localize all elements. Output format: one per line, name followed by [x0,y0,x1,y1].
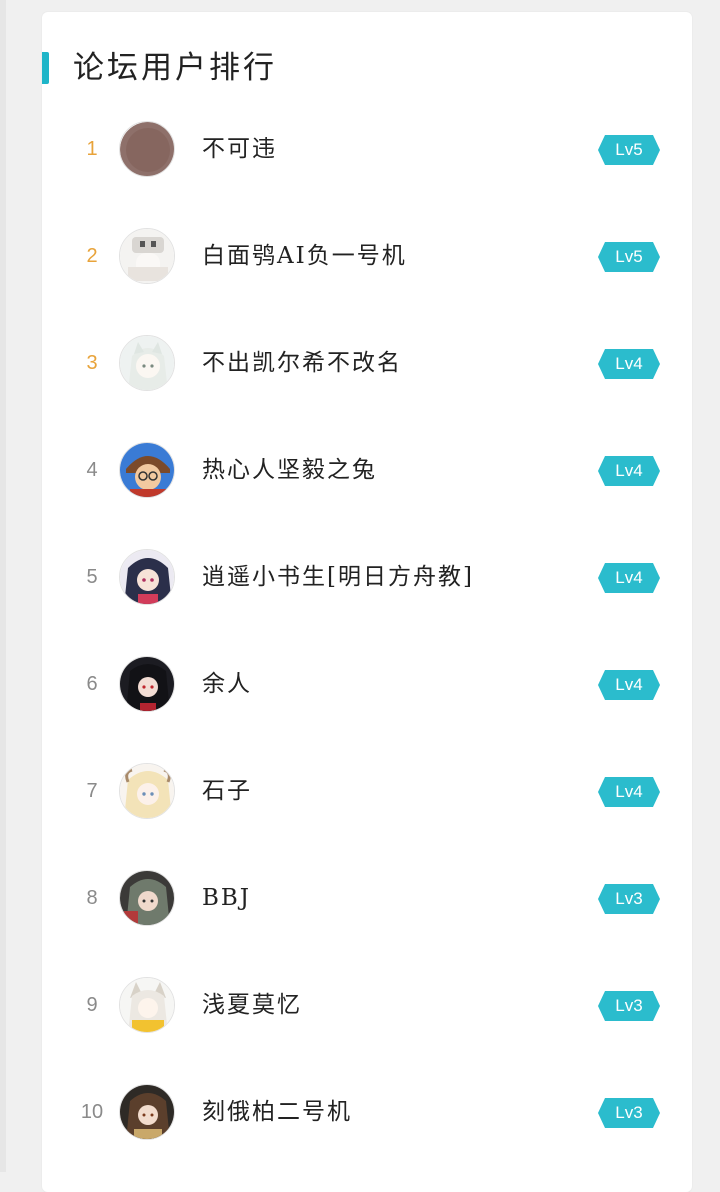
rank-number: 9 [86,994,98,1016]
ranking-row[interactable]: 1 不可违 Lv5 [42,114,692,221]
rank-number: 1 [86,138,98,160]
level-text: Lv5 [615,140,643,159]
level-badge: Lv4 [598,670,660,700]
username-link[interactable]: 石子 [202,756,252,826]
level-badge: Lv4 [598,349,660,379]
level-badge: Lv3 [598,884,660,914]
username-link[interactable]: 余人 [202,649,252,719]
rank-number: 10 [80,1101,104,1123]
rank-number: 7 [86,780,98,802]
user-avatar[interactable] [119,977,175,1033]
rank-number: 6 [86,673,98,695]
title-accent-bar [42,52,49,84]
ranking-row[interactable]: 9 浅夏莫忆 Lv3 [42,970,692,1077]
page-edge [0,0,6,1172]
ranking-card: 论坛用户排行 1 不可违 Lv5 2 白面鸮AI负一号机 Lv5 3 不出凯尔希… [42,12,692,1192]
ranking-row[interactable]: 5 逍遥小书生[明日方舟教] Lv4 [42,542,692,649]
username-link[interactable]: 不出凯尔希不改名 [202,328,402,398]
level-badge: Lv4 [598,563,660,593]
user-avatar[interactable] [119,121,175,177]
username-link[interactable]: 刻俄柏二号机 [202,1077,352,1147]
ranking-row[interactable]: 4 热心人坚毅之兔 Lv4 [42,435,692,542]
level-text: Lv3 [615,1103,643,1122]
user-avatar[interactable] [119,763,175,819]
rank-number: 3 [86,352,98,374]
rank-number: 8 [86,887,98,909]
user-avatar[interactable] [119,656,175,712]
ranking-row[interactable]: 6 余人 Lv4 [42,649,692,756]
level-badge: Lv5 [598,135,660,165]
rank-number: 5 [86,566,98,588]
level-text: Lv4 [615,354,643,373]
username-link[interactable]: 不可违 [202,114,277,184]
user-avatar[interactable] [119,228,175,284]
rank-number: 2 [86,245,98,267]
ranking-row[interactable]: 2 白面鸮AI负一号机 Lv5 [42,221,692,328]
level-text: Lv4 [615,568,643,587]
username-link[interactable]: 热心人坚毅之兔 [202,435,377,505]
level-badge: Lv4 [598,777,660,807]
username-link[interactable]: 浅夏莫忆 [202,970,302,1040]
ranking-row[interactable]: 3 不出凯尔希不改名 Lv4 [42,328,692,435]
level-badge: Lv3 [598,1098,660,1128]
level-text: Lv4 [615,461,643,480]
username-link[interactable]: 白面鸮AI负一号机 [202,221,407,291]
user-avatar[interactable] [119,549,175,605]
level-text: Lv4 [615,675,643,694]
user-avatar[interactable] [119,870,175,926]
level-badge: Lv3 [598,991,660,1021]
ranking-row[interactable]: 7 石子 Lv4 [42,756,692,863]
card-header: 论坛用户排行 [42,46,692,90]
level-text: Lv3 [615,889,643,908]
level-text: Lv5 [615,247,643,266]
level-text: Lv4 [615,782,643,801]
user-ranking-list: 1 不可违 Lv5 2 白面鸮AI负一号机 Lv5 3 不出凯尔希不改名 Lv4… [42,114,692,1184]
level-text: Lv3 [615,996,643,1015]
level-badge: Lv5 [598,242,660,272]
user-avatar[interactable] [119,1084,175,1140]
username-link[interactable]: BBJ [202,863,251,933]
username-link[interactable]: 逍遥小书生[明日方舟教] [202,542,474,612]
ranking-row[interactable]: 10 刻俄柏二号机 Lv3 [42,1077,692,1184]
card-title: 论坛用户排行 [73,50,277,86]
ranking-row[interactable]: 8 BBJ Lv3 [42,863,692,970]
rank-number: 4 [86,459,98,481]
level-badge: Lv4 [598,456,660,486]
user-avatar[interactable] [119,442,175,498]
user-avatar[interactable] [119,335,175,391]
